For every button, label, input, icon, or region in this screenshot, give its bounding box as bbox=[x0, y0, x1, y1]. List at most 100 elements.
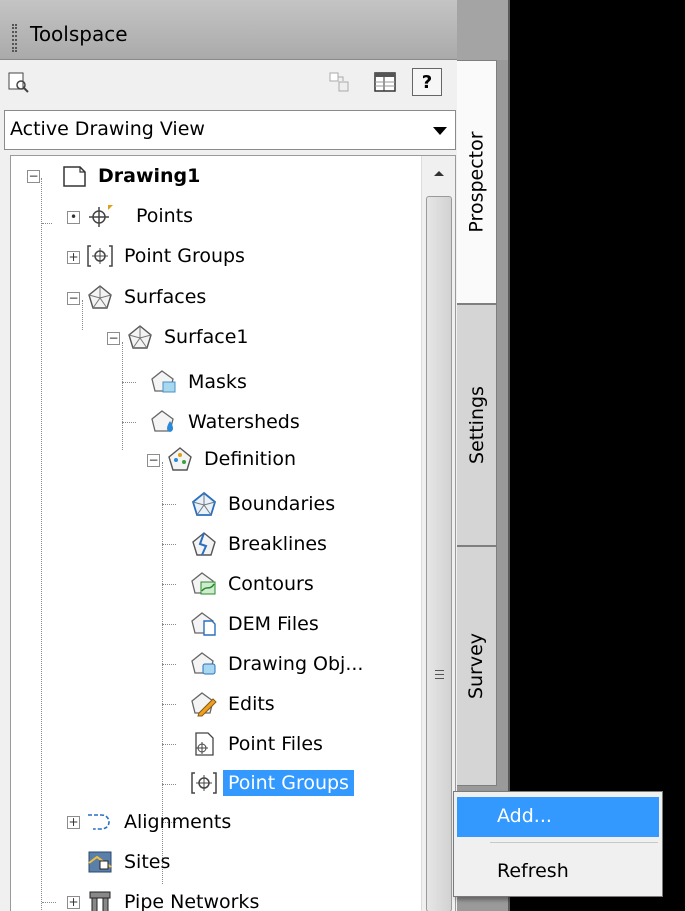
scroll-up-icon[interactable] bbox=[422, 156, 455, 190]
drawing-icon bbox=[61, 163, 87, 189]
tree-connector bbox=[162, 744, 176, 745]
tree-item-label: Alignments bbox=[124, 811, 232, 833]
tab-label: Prospector bbox=[465, 131, 488, 233]
tree-item-surface1[interactable]: Surface1 bbox=[127, 321, 253, 353]
point-icon bbox=[87, 203, 113, 229]
copy-icon[interactable] bbox=[324, 68, 354, 96]
tree-item-label: Masks bbox=[188, 371, 247, 393]
tree-item-sites[interactable]: Sites bbox=[87, 846, 175, 878]
tree-item-drawing-objects[interactable]: Drawing Obj... bbox=[191, 648, 368, 680]
drawing-view-select[interactable]: Active Drawing View bbox=[4, 110, 456, 150]
surface-icon bbox=[87, 284, 113, 310]
tree-item-label: Breaklines bbox=[228, 533, 327, 555]
tree-connector bbox=[162, 704, 176, 705]
tree-connector bbox=[162, 664, 176, 665]
tree-connector bbox=[42, 223, 52, 224]
menu-item-refresh[interactable]: Refresh bbox=[457, 852, 659, 892]
expand-icon[interactable]: + bbox=[67, 816, 80, 829]
tree-item-boundaries[interactable]: Boundaries bbox=[191, 488, 340, 520]
zoom-extents-icon[interactable] bbox=[4, 68, 34, 96]
help-icon[interactable]: ? bbox=[412, 68, 442, 96]
tree-connector bbox=[162, 784, 176, 785]
boundary-icon bbox=[191, 491, 217, 517]
collapse-icon[interactable]: − bbox=[27, 170, 40, 183]
drawing-viewport[interactable] bbox=[508, 0, 685, 911]
tree-item-label: Sites bbox=[124, 851, 171, 873]
tree-item-label: Definition bbox=[204, 448, 297, 470]
tree-item-label: Surface1 bbox=[164, 326, 249, 348]
tab-prospector[interactable]: Prospector bbox=[457, 60, 497, 304]
collapse-icon[interactable]: − bbox=[147, 454, 160, 467]
tree-item-contours[interactable]: Contours bbox=[191, 568, 319, 600]
tree-item-drawing1[interactable]: Drawing1 bbox=[61, 160, 205, 192]
definition-icon bbox=[167, 446, 193, 472]
tree-connector bbox=[162, 544, 176, 545]
watershed-icon bbox=[151, 409, 177, 435]
surface-icon bbox=[127, 324, 153, 350]
tree-item-watersheds[interactable]: Watersheds bbox=[151, 406, 305, 438]
chevron-down-icon[interactable] bbox=[433, 127, 447, 135]
tree-scrollbar[interactable] bbox=[421, 156, 455, 911]
tree-connector bbox=[162, 624, 176, 625]
tree-connector bbox=[162, 584, 176, 585]
toolspace-titlebar[interactable]: Toolspace bbox=[0, 0, 457, 60]
mask-icon bbox=[151, 369, 177, 395]
point-group-icon bbox=[87, 243, 113, 269]
breakline-icon bbox=[191, 531, 217, 557]
tree-item-label: Drawing Obj... bbox=[228, 653, 364, 675]
drag-grip-icon[interactable] bbox=[12, 24, 17, 52]
context-menu: Add... Refresh bbox=[453, 791, 663, 897]
tree-item-dem-files[interactable]: DEM Files bbox=[191, 608, 324, 640]
edit-icon bbox=[191, 691, 217, 717]
panel-icon[interactable] bbox=[370, 68, 400, 96]
tree-item-label: Boundaries bbox=[228, 493, 336, 515]
collapse-icon[interactable]: − bbox=[107, 332, 120, 345]
prospector-tree: − Drawing1 • Points + Point Groups − Sur… bbox=[10, 155, 456, 911]
tree-item-point-groups[interactable]: Point Groups bbox=[87, 240, 250, 272]
tree-item-label: Pipe Networks bbox=[124, 891, 260, 911]
tree-connector bbox=[122, 382, 136, 383]
tree-connector bbox=[42, 902, 56, 903]
tree-item-label: Watersheds bbox=[188, 411, 300, 433]
tree-item-definition[interactable]: Definition bbox=[167, 443, 301, 475]
tree-item-masks[interactable]: Masks bbox=[151, 366, 252, 398]
tree-connector bbox=[41, 178, 42, 911]
scroll-thumb[interactable] bbox=[426, 196, 452, 911]
tree-item-surfaces[interactable]: Surfaces bbox=[87, 281, 211, 313]
tree-item-breaklines[interactable]: Breaklines bbox=[191, 528, 332, 560]
tree-connector bbox=[122, 422, 136, 423]
titlebar-gap bbox=[457, 0, 508, 60]
alignment-icon bbox=[87, 809, 113, 835]
tree-item-points[interactable]: Points bbox=[87, 200, 198, 232]
tree-item-alignments[interactable]: Alignments bbox=[87, 806, 236, 838]
pipe-network-icon bbox=[87, 889, 113, 911]
expand-icon[interactable]: + bbox=[67, 896, 80, 909]
menu-item-add[interactable]: Add... bbox=[457, 797, 659, 837]
view-select-value: Active Drawing View bbox=[10, 118, 205, 140]
dem-file-icon bbox=[191, 611, 217, 637]
toolspace-toolbar: ? bbox=[0, 60, 457, 110]
tree-item-pipe-networks[interactable]: Pipe Networks bbox=[87, 886, 264, 911]
tree-connector bbox=[122, 342, 123, 450]
drawing-object-icon bbox=[191, 651, 217, 677]
expand-icon[interactable]: • bbox=[67, 211, 80, 224]
tree-item-label: Point Groups bbox=[124, 245, 245, 267]
expand-icon[interactable]: + bbox=[67, 251, 80, 264]
tree-item-point-files[interactable]: Point Files bbox=[191, 728, 328, 760]
thumb-grip-icon bbox=[435, 670, 444, 679]
tree-item-label: Point Files bbox=[228, 733, 323, 755]
point-file-icon bbox=[191, 731, 217, 757]
window-title: Toolspace bbox=[30, 22, 128, 46]
tree-item-definition-point-groups[interactable]: Point Groups bbox=[191, 767, 354, 799]
tree-item-label: Points bbox=[136, 205, 194, 227]
point-group-icon bbox=[191, 770, 217, 796]
tree-item-label: DEM Files bbox=[228, 613, 319, 635]
tree-item-label: Point Groups bbox=[223, 770, 354, 796]
collapse-icon[interactable]: − bbox=[67, 292, 80, 305]
site-icon bbox=[87, 849, 113, 875]
tab-settings[interactable]: Settings bbox=[457, 304, 497, 546]
tab-label: Settings bbox=[465, 386, 488, 464]
tree-item-label: Surfaces bbox=[124, 286, 207, 308]
tree-item-edits[interactable]: Edits bbox=[191, 688, 280, 720]
tab-survey[interactable]: Survey bbox=[457, 546, 497, 786]
